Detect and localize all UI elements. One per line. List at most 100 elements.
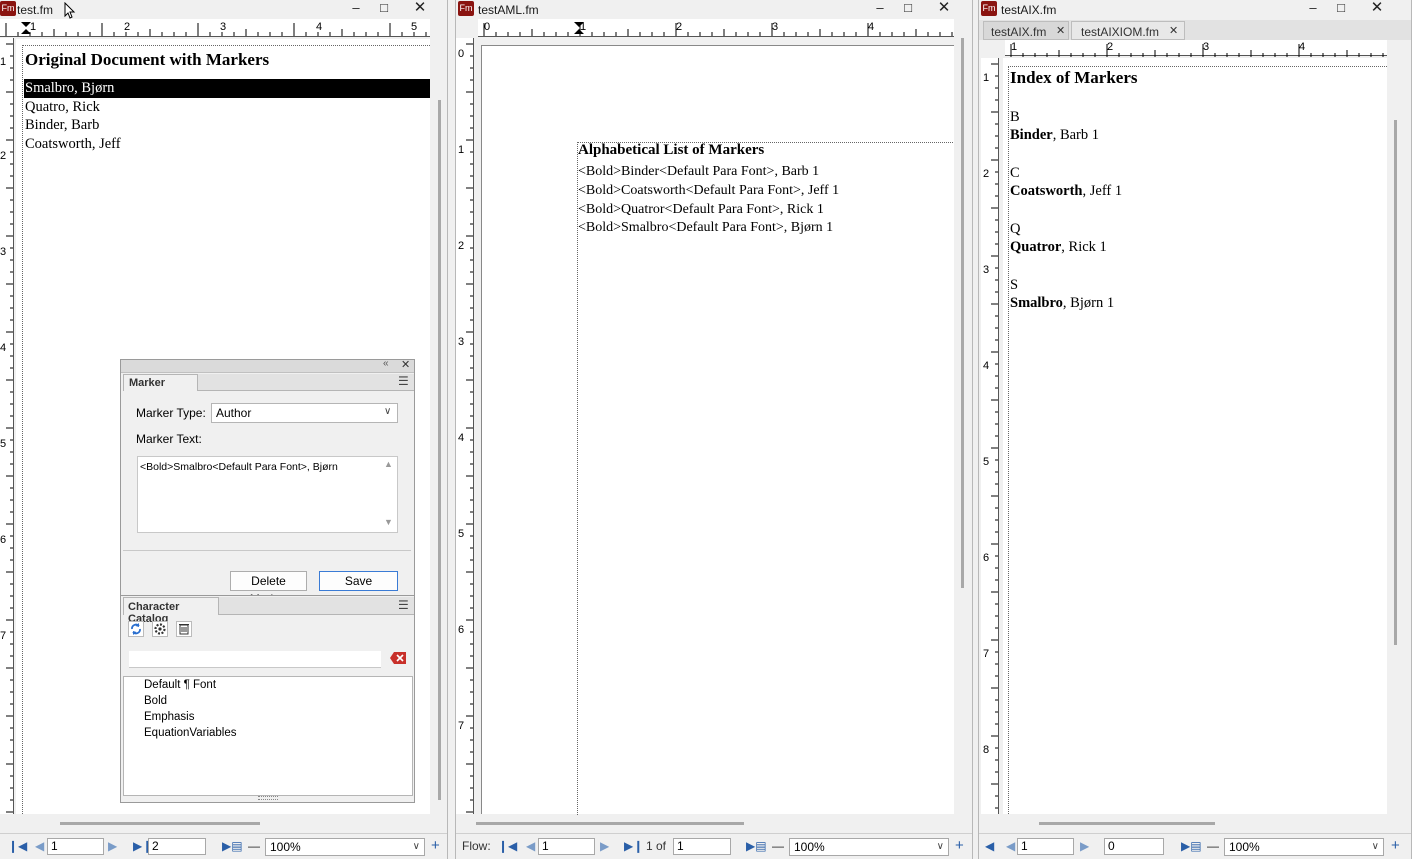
framemaker-app-icon: Fm xyxy=(981,1,997,16)
next-page-icon[interactable]: ▶ xyxy=(600,839,609,853)
zoom-in-icon[interactable]: + xyxy=(1391,837,1400,854)
catalog-item[interactable]: Default ¶ Font xyxy=(144,679,216,691)
trash-icon[interactable] xyxy=(176,621,192,637)
previous-page-icon[interactable]: ◀ xyxy=(35,839,44,853)
vertical-scrollbar[interactable] xyxy=(1394,120,1397,645)
resize-grip[interactable] xyxy=(258,796,278,800)
flow-label: Flow: xyxy=(462,839,491,853)
title-bar[interactable]: Fm test.fm – □ ✕ xyxy=(0,0,447,19)
marker-tab[interactable]: Marker xyxy=(123,374,198,391)
document-page[interactable]: Index of Markers B Binder, Barb 1 C Coat… xyxy=(1003,58,1387,814)
zoom-select[interactable]: 100% ∨ xyxy=(789,838,949,856)
index-entry-term: Binder xyxy=(1010,127,1053,143)
panel-menu-icon[interactable]: ☰ xyxy=(398,598,409,612)
page-navigation-icon[interactable]: ▶▤ xyxy=(746,839,767,853)
first-page-icon[interactable]: ◀ xyxy=(985,839,994,853)
zoom-select[interactable]: 100% ∨ xyxy=(265,838,425,856)
zoom-in-icon[interactable]: + xyxy=(431,837,440,854)
marker-entry-line[interactable]: Coatsworth, Jeff xyxy=(25,136,121,153)
marker-entry-line[interactable]: Binder, Barb xyxy=(25,117,99,134)
marker-text-value: <Bold>Smalbro<Default Para Font>, Bjørn xyxy=(140,461,338,473)
maximize-button[interactable]: □ xyxy=(370,0,398,16)
ruler-label: 3 xyxy=(0,246,7,258)
tab-testaix[interactable]: testAIX.fm ✕ xyxy=(983,21,1069,40)
collapse-panel-icon[interactable]: « xyxy=(383,358,389,369)
total-pages-field: 2 xyxy=(148,838,206,855)
close-tab-icon[interactable]: ✕ xyxy=(1169,24,1178,37)
refresh-icon[interactable] xyxy=(128,621,144,637)
zoom-in-icon[interactable]: + xyxy=(955,837,964,854)
horizontal-scrollbar[interactable] xyxy=(476,822,744,825)
ruler-label: 2 xyxy=(983,168,990,180)
title-bar[interactable]: Fm testAML.fm – □ ✕ xyxy=(456,0,972,18)
close-window-button[interactable]: ✕ xyxy=(1363,0,1391,16)
save-button[interactable]: Save xyxy=(319,571,398,591)
horizontal-scrollbar[interactable] xyxy=(60,822,260,825)
page-number-input[interactable]: 1 xyxy=(538,838,595,855)
vertical-scrollbar[interactable] xyxy=(961,38,964,588)
page-number-input[interactable]: 1 xyxy=(47,838,104,855)
ruler-label: 4 xyxy=(458,432,465,444)
index-entry[interactable]: Coatsworth, Jeff 1 xyxy=(1010,183,1122,200)
close-window-button[interactable]: ✕ xyxy=(930,0,958,16)
index-entry-rest: , Bjørn 1 xyxy=(1062,295,1115,311)
indent-marker-icon[interactable] xyxy=(20,21,32,35)
minimize-button[interactable]: – xyxy=(1299,0,1327,16)
marker-entry-line[interactable]: Quatro, Rick xyxy=(25,99,100,116)
maximize-button[interactable]: □ xyxy=(894,0,922,16)
catalog-item[interactable]: Emphasis xyxy=(144,711,195,723)
page-navigation-icon[interactable]: ▶▤ xyxy=(222,839,243,853)
tab-testaixiom[interactable]: testAIXIOM.fm ✕ xyxy=(1071,21,1185,40)
next-page-icon[interactable]: ▶ xyxy=(108,839,117,853)
indent-marker-icon[interactable] xyxy=(573,21,585,35)
window-title: testAIX.fm xyxy=(1001,3,1057,17)
minimize-button[interactable]: – xyxy=(342,0,370,16)
panel-menu-icon[interactable]: ☰ xyxy=(398,374,409,388)
maximize-button[interactable]: □ xyxy=(1327,0,1355,16)
title-bar[interactable]: Fm testAIX.fm – □ ✕ xyxy=(979,0,1411,18)
zoom-out-icon[interactable]: — xyxy=(1207,839,1219,853)
zoom-out-icon[interactable]: — xyxy=(248,839,260,853)
zoom-out-icon[interactable]: — xyxy=(772,839,784,853)
scroll-up-icon[interactable]: ▲ xyxy=(384,459,393,469)
gear-icon[interactable] xyxy=(152,621,168,637)
previous-page-icon[interactable]: ◀ xyxy=(1006,839,1015,853)
next-page-icon[interactable]: ▶ xyxy=(1080,839,1089,853)
minimize-button[interactable]: – xyxy=(866,0,894,16)
first-page-icon[interactable]: ❙◀ xyxy=(498,839,517,853)
catalog-item[interactable]: EquationVariables xyxy=(144,727,237,739)
index-entry[interactable]: Quatror, Rick 1 xyxy=(1010,239,1107,256)
catalog-tab[interactable]: Character Catalog xyxy=(123,597,219,625)
catalog-list[interactable]: Default ¶ Font Bold Emphasis EquationVar… xyxy=(123,676,413,796)
list-entry[interactable]: <Bold>Coatsworth<Default Para Font>, Jef… xyxy=(578,183,839,199)
close-panel-icon[interactable]: ✕ xyxy=(401,358,410,371)
close-window-button[interactable]: ✕ xyxy=(406,0,434,16)
vertical-scrollbar[interactable] xyxy=(438,100,441,800)
ruler-label: 2 xyxy=(0,150,7,162)
page-number-input[interactable]: 1 xyxy=(1017,838,1074,855)
clear-search-icon[interactable] xyxy=(389,651,407,665)
zoom-select[interactable]: 100% ∨ xyxy=(1224,838,1384,856)
marker-text-area[interactable]: <Bold>Smalbro<Default Para Font>, Bjørn … xyxy=(137,456,398,533)
ruler-label: 2 xyxy=(676,21,683,33)
last-page-icon[interactable]: ▶❙ xyxy=(624,839,643,853)
delete-marker-button[interactable]: Delete Marker xyxy=(230,571,307,606)
index-entry[interactable]: Smalbro, Bjørn 1 xyxy=(1010,295,1114,312)
list-entry[interactable]: <Bold>Binder<Default Para Font>, Barb 1 xyxy=(578,164,819,180)
page-of-label: 1 of xyxy=(646,839,667,853)
close-tab-icon[interactable]: ✕ xyxy=(1056,24,1065,37)
index-entry[interactable]: Binder, Barb 1 xyxy=(1010,127,1099,144)
list-entry[interactable]: <Bold>Smalbro<Default Para Font>, Bjørn … xyxy=(578,220,833,236)
list-entry[interactable]: <Bold>Quatror<Default Para Font>, Rick 1 xyxy=(578,202,824,218)
catalog-search-input[interactable] xyxy=(129,651,381,668)
document-page[interactable]: Alphabetical List of Markers <Bold>Binde… xyxy=(481,45,954,815)
horizontal-scrollbar[interactable] xyxy=(1039,822,1215,825)
scroll-down-icon[interactable]: ▼ xyxy=(384,517,393,527)
first-page-icon[interactable]: ❙◀ xyxy=(8,839,27,853)
marker-type-select[interactable]: Author ∨ xyxy=(211,403,398,423)
page-navigation-icon[interactable]: ▶▤ xyxy=(1181,839,1202,853)
previous-page-icon[interactable]: ◀ xyxy=(526,839,535,853)
catalog-item[interactable]: Bold xyxy=(144,695,167,707)
panel-header[interactable]: « ✕ xyxy=(121,358,414,373)
marker-entry-line[interactable]: Smalbro, Bjørn xyxy=(25,80,114,97)
